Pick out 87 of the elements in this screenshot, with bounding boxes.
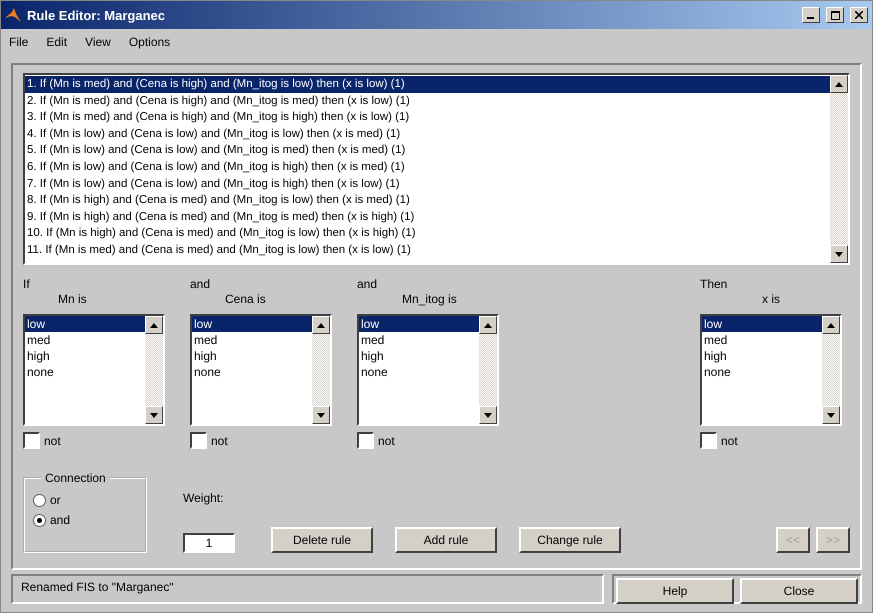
rule-item[interactable]: 8. If (Mn is high) and (Cena is med) and (Mn_itog is low) then (x is med) (1)	[25, 192, 830, 209]
connector-label: and	[357, 277, 378, 292]
menu-item[interactable]: Options	[128, 35, 170, 53]
scrollbar[interactable]	[145, 316, 163, 424]
radio-label: or	[50, 493, 61, 507]
variable-label: Mn_itog is	[402, 292, 457, 308]
maximize-button[interactable]	[826, 7, 844, 23]
list-item[interactable]: high	[702, 348, 822, 364]
rule-item[interactable]: 7. If (Mn is low) and (Cena is low) and (Mn_itog is high) then (x is low) (1)	[25, 176, 830, 192]
weight-field[interactable]: 1	[183, 533, 235, 553]
list-item[interactable]: high	[192, 348, 312, 364]
close-button[interactable]	[850, 7, 868, 23]
rule-item[interactable]: 1. If (Mn is med) and (Cena is high) and (Mn_itog is low) then (x is low) (1)	[25, 76, 830, 93]
list-item[interactable]: none	[359, 364, 479, 380]
action-button[interactable]: Change rule	[519, 527, 621, 553]
list-item[interactable]: none	[702, 364, 822, 380]
action-button[interactable]: Add rule	[395, 527, 497, 553]
rule-item[interactable]: 10. If (Mn is high) and (Cena is med) and (Mn_itog is low) then (x is high) (1)	[25, 225, 830, 242]
rule-item[interactable]: 4. If (Mn is low) and (Cena is low) and (Mn_itog is low) then (x is med) (1)	[25, 126, 830, 142]
close-button[interactable]: Close	[740, 578, 858, 604]
list-item[interactable]: none	[25, 364, 145, 380]
not-checkbox[interactable]	[190, 432, 207, 449]
up-arrow-icon	[835, 82, 843, 86]
list-item[interactable]: none	[192, 364, 312, 380]
list-item[interactable]: low	[359, 316, 479, 332]
up-arrow-icon	[827, 322, 835, 328]
menu-item[interactable]: View	[85, 35, 111, 53]
variable-label: x is	[762, 292, 780, 308]
scrollbar[interactable]	[312, 316, 330, 424]
weight-label: Weight:	[183, 491, 224, 505]
rule-item[interactable]: 9. If (Mn is high) and (Cena is med) and (Mn_itog is med) then (x is high) (1)	[25, 208, 830, 226]
help-button[interactable]: Help	[616, 578, 734, 604]
connector-label: If	[23, 277, 31, 292]
menu-item[interactable]: File	[9, 35, 28, 53]
group-title: Connection	[44, 471, 107, 485]
variable-label: Cena is	[225, 292, 266, 308]
down-arrow-icon	[317, 412, 325, 418]
down-arrow-icon	[484, 412, 492, 418]
down-arrow-icon	[150, 412, 158, 418]
connector-label: and	[190, 277, 212, 292]
membership-list[interactable]: low med high none	[190, 314, 332, 426]
rule-item[interactable]: 6. If (Mn is low) and (Cena is low) and (Mn_itog is high) then (x is med) (1)	[25, 158, 830, 176]
list-item[interactable]: med	[702, 332, 822, 348]
radio-button[interactable]	[33, 514, 46, 526]
connector-label: Then	[700, 277, 728, 292]
list-item[interactable]: high	[359, 348, 479, 364]
checkbox-label: not	[44, 434, 61, 448]
rule-item[interactable]: 2. If (Mn is med) and (Cena is high) and (Mn_itog is med) then (x is low) (1)	[25, 92, 830, 110]
up-arrow-icon	[317, 322, 325, 328]
checkbox-label: not	[378, 434, 395, 448]
membership-list[interactable]: low med high none	[23, 314, 165, 426]
list-item[interactable]: med	[359, 332, 479, 348]
radio-label: and	[50, 513, 70, 527]
variable-label: Mn is	[58, 292, 87, 308]
scrollbar[interactable]	[479, 316, 497, 424]
scrollbar[interactable]	[822, 316, 840, 424]
membership-list[interactable]: low med high none	[357, 314, 499, 426]
maximize-icon	[830, 10, 840, 20]
up-arrow-icon	[150, 322, 158, 328]
not-checkbox[interactable]	[357, 432, 374, 449]
checkbox-label: not	[211, 434, 228, 448]
close-icon	[855, 11, 863, 19]
list-item[interactable]: low	[25, 316, 145, 332]
scrollbar[interactable]	[830, 75, 848, 263]
up-arrow-icon	[484, 322, 492, 328]
menu-item[interactable]: Edit	[46, 35, 68, 53]
list-item[interactable]: med	[192, 332, 312, 348]
rule-item[interactable]: 3. If (Mn is med) and (Cena is high) and (Mn_itog is high) then (x is low) (1)	[25, 109, 830, 126]
down-arrow-icon	[835, 252, 843, 256]
down-arrow-icon	[827, 412, 835, 418]
not-checkbox[interactable]	[700, 432, 717, 449]
checkbox-label: not	[721, 434, 738, 448]
radio-button[interactable]	[33, 494, 46, 506]
list-item[interactable]: low	[192, 316, 312, 332]
rule-item[interactable]: 11. If (Mn is med) and (Cena is med) and (Mn_itog is low) then (x is low) (1)	[25, 242, 830, 259]
window-title: Rule Editor: Marganec	[27, 8, 166, 22]
membership-list[interactable]: low med high none	[700, 314, 842, 426]
logo-icon	[5, 8, 21, 22]
not-checkbox[interactable]	[23, 432, 40, 449]
list-item[interactable]: high	[25, 348, 145, 364]
action-button[interactable]: Delete rule	[271, 527, 373, 553]
status-message: Renamed FIS to "Marganec"	[11, 574, 604, 604]
rule-item[interactable]: 5. If (Mn is low) and (Cena is low) and (Mn_itog is med) then (x is med) (1)	[25, 142, 830, 159]
list-item[interactable]: med	[25, 332, 145, 348]
list-item[interactable]: low	[702, 316, 822, 332]
rule-list[interactable]	[23, 73, 850, 265]
minimize-button[interactable]	[802, 7, 820, 23]
